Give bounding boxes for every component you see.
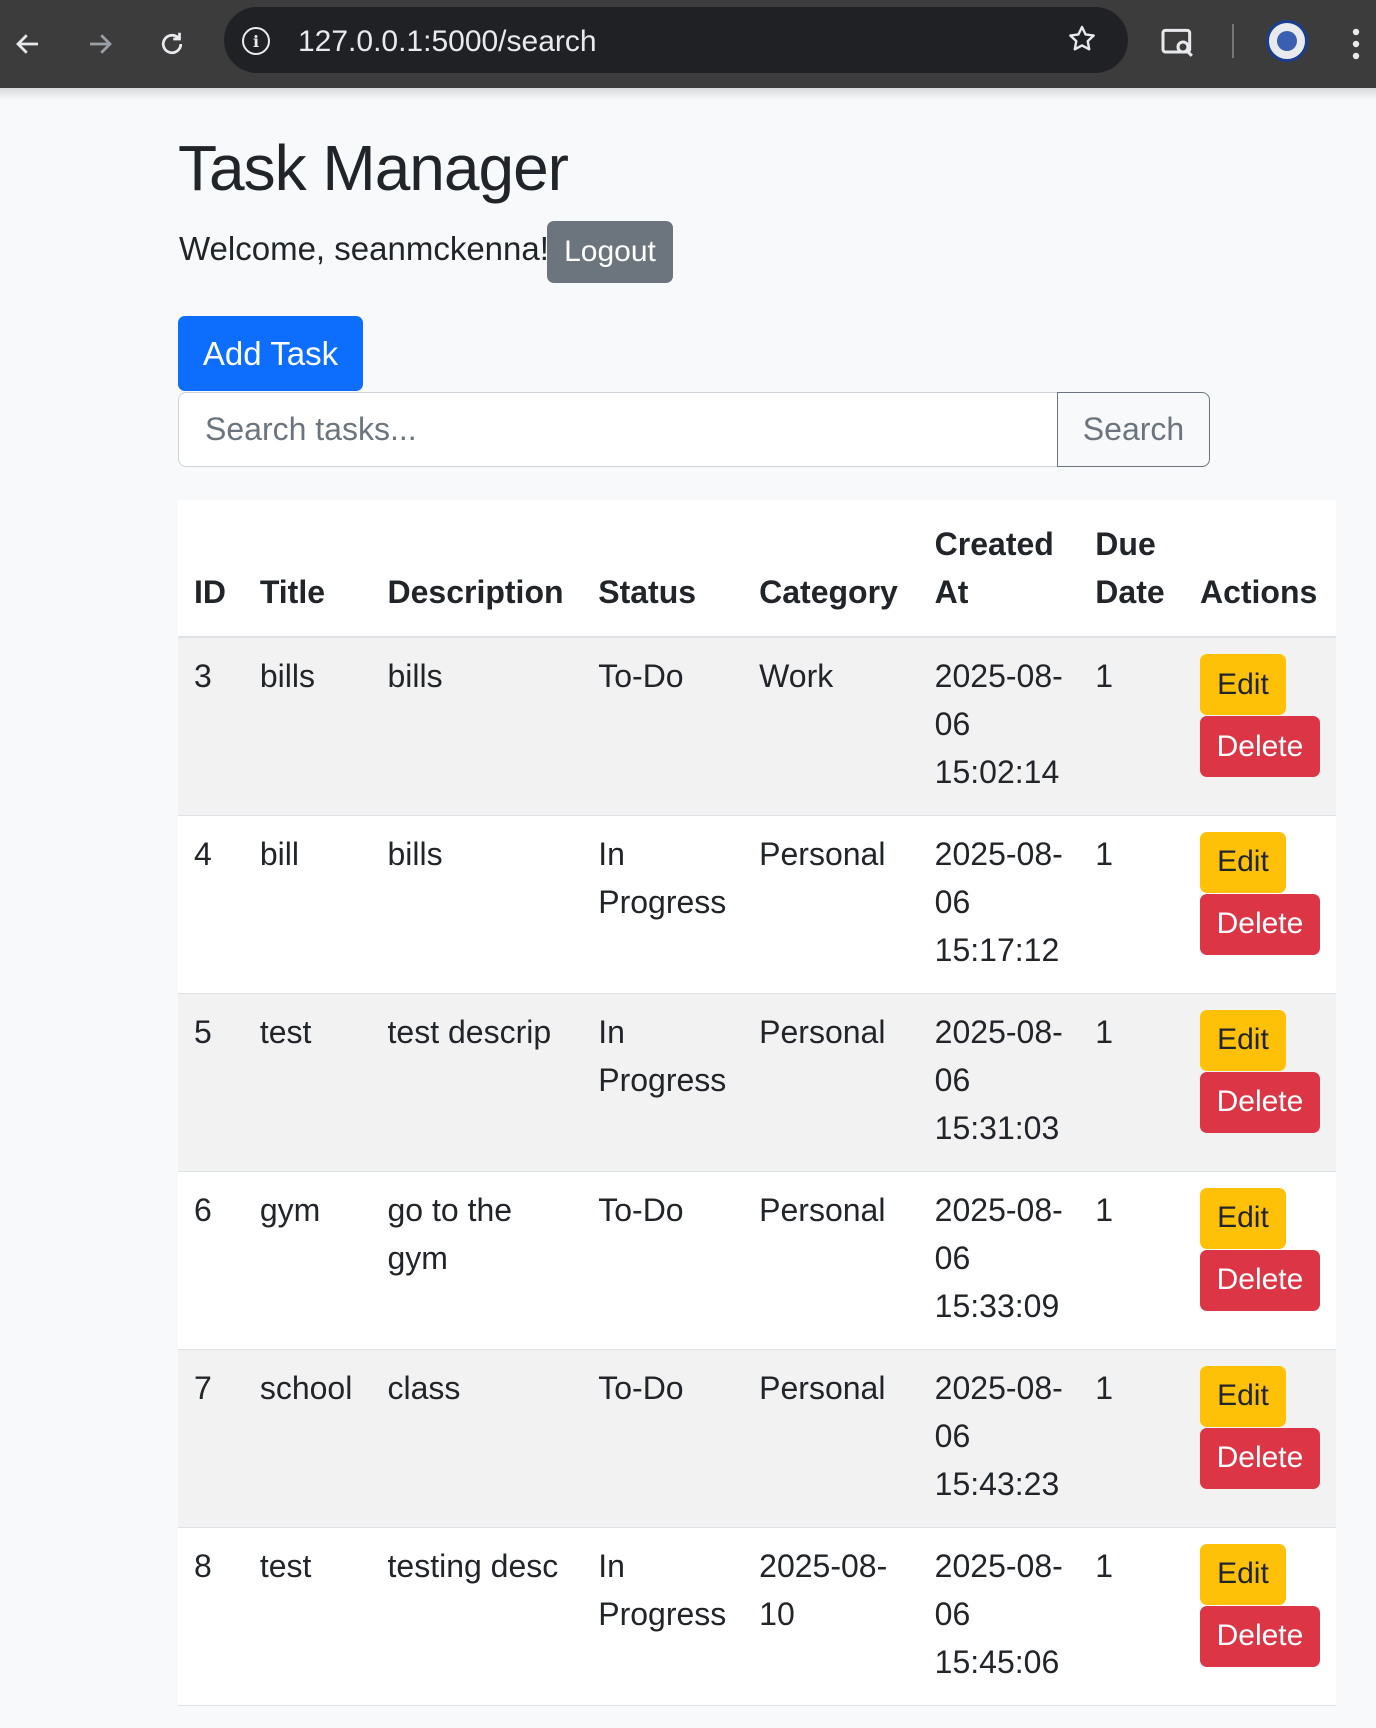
profile-avatar[interactable]	[1266, 20, 1308, 62]
cell-title: bills	[243, 637, 372, 816]
cell-status: To-Do	[582, 637, 744, 816]
cell-category: 2025-08-10	[743, 1527, 919, 1706]
cell-actions: Edit Delete	[1183, 1171, 1336, 1350]
cell-actions: Edit Delete	[1183, 637, 1336, 816]
header-status: Status	[582, 500, 744, 638]
cell-id: 5	[178, 993, 244, 1172]
table-row: 5 test test descrip In Progress Personal…	[178, 993, 1336, 1172]
cell-created-at: 2025-08-06 15:33:09	[918, 1171, 1080, 1350]
cell-status: To-Do	[582, 1349, 744, 1528]
browser-toolbar: i 127.0.0.1:5000/search	[0, 0, 1376, 88]
cell-due-date: 1	[1079, 637, 1184, 816]
delete-button[interactable]: Delete	[1199, 716, 1320, 777]
bookmark-star-icon[interactable]	[1066, 23, 1098, 60]
header-id: ID	[178, 500, 244, 638]
cell-category: Personal	[743, 1349, 919, 1528]
reload-icon[interactable]	[150, 22, 194, 66]
cell-due-date: 1	[1079, 1171, 1184, 1350]
header-actions: Actions	[1183, 500, 1336, 638]
cell-description: go to the gym	[371, 1171, 583, 1350]
cell-actions: Edit Delete	[1183, 815, 1336, 994]
cell-due-date: 1	[1079, 993, 1184, 1172]
tasks-table-container: ID Title Description Status Category Cre…	[178, 500, 1336, 1706]
tasks-table: ID Title Description Status Category Cre…	[178, 500, 1336, 1706]
table-row: 7 school class To-Do Personal 2025-08-06…	[178, 1349, 1336, 1528]
table-row: 6 gym go to the gym To-Do Personal 2025-…	[178, 1171, 1336, 1350]
cell-category: Personal	[743, 993, 919, 1172]
header-due-date: Due Date	[1079, 500, 1184, 638]
cell-id: 4	[178, 815, 244, 994]
cell-description: testing desc	[371, 1527, 583, 1706]
cell-id: 8	[178, 1527, 244, 1706]
cell-title: test	[243, 1527, 372, 1706]
edit-button[interactable]: Edit	[1199, 1187, 1286, 1249]
cell-created-at: 2025-08-06 15:45:06	[918, 1527, 1080, 1706]
cell-created-at: 2025-08-06 15:17:12	[918, 815, 1080, 994]
cell-category: Personal	[743, 815, 919, 994]
edit-button[interactable]: Edit	[1199, 1365, 1286, 1427]
cell-actions: Edit Delete	[1183, 1349, 1336, 1528]
search-input[interactable]	[178, 392, 1058, 467]
delete-button[interactable]: Delete	[1199, 893, 1320, 955]
cell-status: To-Do	[582, 1171, 744, 1350]
cell-status: In Progress	[582, 1527, 744, 1706]
header-created-at: Created At	[918, 500, 1080, 638]
cell-category: Personal	[743, 1171, 919, 1350]
back-icon[interactable]	[6, 22, 50, 66]
toolbar-shadow	[0, 88, 1376, 100]
cell-id: 3	[178, 637, 244, 816]
edit-button[interactable]: Edit	[1199, 654, 1286, 715]
cell-category: Work	[743, 637, 919, 816]
edit-button[interactable]: Edit	[1199, 1009, 1286, 1071]
header-description: Description	[371, 500, 583, 638]
cell-created-at: 2025-08-06 15:02:14	[918, 637, 1080, 816]
table-header-row: ID Title Description Status Category Cre…	[178, 500, 1336, 638]
cell-created-at: 2025-08-06 15:43:23	[918, 1349, 1080, 1528]
cell-description: bills	[371, 637, 583, 816]
table-row: 4 bill bills In Progress Personal 2025-0…	[178, 815, 1336, 994]
cell-status: In Progress	[582, 993, 744, 1172]
welcome-message: Welcome, seanmckenna!	[179, 230, 549, 267]
edit-button[interactable]: Edit	[1199, 831, 1286, 893]
cell-actions: Edit Delete	[1183, 1527, 1336, 1706]
cell-description: test descrip	[371, 993, 583, 1172]
cell-actions: Edit Delete	[1183, 993, 1336, 1172]
page-title: Task Manager	[178, 132, 569, 204]
search-button[interactable]: Search	[1057, 392, 1210, 467]
cell-title: gym	[243, 1171, 372, 1350]
cell-due-date: 1	[1079, 1349, 1184, 1528]
cell-title: school	[243, 1349, 372, 1528]
site-info-glyph: i	[252, 31, 260, 51]
logout-button[interactable]: Logout	[547, 221, 673, 283]
forward-icon[interactable]	[78, 22, 122, 66]
cell-title: test	[243, 993, 372, 1172]
cell-due-date: 1	[1079, 815, 1184, 994]
table-row: 3 bills bills To-Do Work 2025-08-06 15:0…	[178, 637, 1336, 816]
cell-description: bills	[371, 815, 583, 994]
address-bar[interactable]: i 127.0.0.1:5000/search	[224, 7, 1128, 73]
cell-id: 6	[178, 1171, 244, 1350]
avatar-emblem	[1277, 31, 1297, 51]
cell-description: class	[371, 1349, 583, 1528]
header-title: Title	[243, 500, 372, 638]
delete-button[interactable]: Delete	[1199, 1605, 1320, 1667]
header-category: Category	[743, 500, 919, 638]
delete-button[interactable]: Delete	[1199, 1071, 1320, 1133]
delete-button[interactable]: Delete	[1199, 1249, 1320, 1311]
menu-kebab-icon[interactable]	[1350, 26, 1362, 62]
cell-status: In Progress	[582, 815, 744, 994]
url-text[interactable]: 127.0.0.1:5000/search	[298, 25, 597, 59]
table-row: 8 test testing desc In Progress 2025-08-…	[178, 1527, 1336, 1706]
toolbar-divider	[1232, 24, 1234, 58]
cell-due-date: 1	[1079, 1527, 1184, 1706]
site-info-icon[interactable]: i	[242, 27, 270, 55]
cell-id: 7	[178, 1349, 244, 1528]
search-tab-icon[interactable]	[1158, 22, 1198, 67]
delete-button[interactable]: Delete	[1199, 1427, 1320, 1489]
edit-button[interactable]: Edit	[1199, 1543, 1286, 1605]
cell-title: bill	[243, 815, 372, 994]
add-task-button[interactable]: Add Task	[178, 316, 363, 391]
cell-created-at: 2025-08-06 15:31:03	[918, 993, 1080, 1172]
